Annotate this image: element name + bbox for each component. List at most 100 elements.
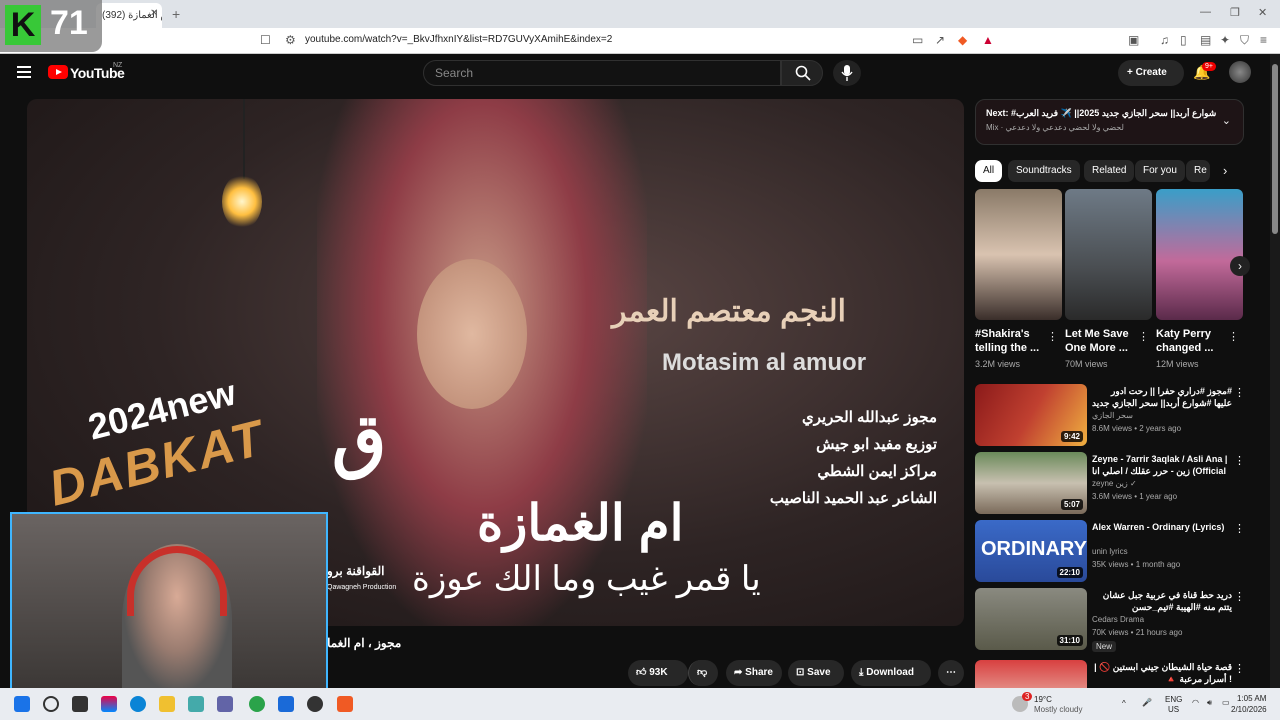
save-button[interactable]: ⊡ Save	[788, 660, 844, 686]
kebab-icon[interactable]: ⋮	[1138, 330, 1149, 343]
video-title[interactable]: قصة حياة الشيطان جيني ابستين 🚫 | ! أسرار…	[1092, 661, 1232, 685]
video-title[interactable]: Alex Warren - Ordinary (Lyrics)	[1092, 521, 1232, 533]
region[interactable]: US	[1168, 705, 1179, 714]
tab-close-icon[interactable]: ✕	[150, 8, 158, 19]
chip-for-you[interactable]: For you	[1135, 160, 1185, 182]
vpn-icon[interactable]: ⛉	[1240, 33, 1249, 48]
windows-start-icon[interactable]	[14, 696, 30, 712]
chevron-right-icon[interactable]: ›	[1223, 163, 1227, 178]
cast-icon[interactable]: ▭	[912, 33, 923, 47]
kebab-icon[interactable]: ⋮	[1234, 386, 1245, 399]
chrome-icon[interactable]	[249, 696, 265, 712]
window-close-icon[interactable]: ✕	[1258, 6, 1267, 19]
video-thumbnail[interactable]: ORDINARY 22:10	[975, 520, 1087, 582]
channel-name[interactable]: unin lyrics	[1092, 547, 1128, 556]
share-button[interactable]: ➦ Share	[726, 660, 782, 686]
channel-name[interactable]: zeyne زين ✓	[1092, 479, 1137, 488]
avatar[interactable]	[1229, 61, 1251, 83]
teams-icon[interactable]	[217, 696, 233, 712]
share-page-icon[interactable]: ↗	[935, 33, 945, 47]
bookmark-icon[interactable]: ☐	[260, 33, 271, 47]
voice-search-button[interactable]	[833, 60, 861, 86]
url-field[interactable]: youtube.com/watch?v=_BkvJfhxnIY&list=RD7…	[305, 34, 612, 45]
list-item[interactable]: 5:07 Zeyne - 7arrir 3aqlak / Asli Ana | …	[975, 452, 1245, 516]
short-thumbnail[interactable]	[975, 189, 1062, 320]
shorts-next-icon[interactable]: ›	[1230, 256, 1250, 276]
edge-icon[interactable]	[130, 696, 146, 712]
list-item[interactable]: قصة حياة الشيطان جيني ابستين 🚫 | ! أسرار…	[975, 660, 1245, 688]
kebab-icon[interactable]: ⋮	[1234, 590, 1245, 603]
copilot-icon[interactable]	[101, 696, 117, 712]
chip-soundtracks[interactable]: Soundtracks	[1008, 160, 1080, 182]
task-view-icon[interactable]	[72, 696, 88, 712]
more-actions-button[interactable]: ⋯	[938, 660, 964, 686]
tray-chevron-icon[interactable]: ^	[1122, 699, 1126, 708]
clock-date[interactable]: 2/10/2026	[1231, 705, 1267, 714]
chip-more[interactable]: Re	[1186, 160, 1210, 182]
scrollbar-thumb[interactable]	[1272, 64, 1278, 234]
kebab-icon[interactable]: ⋮	[1228, 330, 1239, 343]
menu-icon[interactable]	[17, 66, 31, 78]
video-title[interactable]: Zeyne - 7arrir 3aqlak / Asli Ana | زين -…	[1092, 453, 1232, 479]
volume-icon[interactable]: 🔊︎	[1207, 698, 1212, 708]
wifi-icon[interactable]: ◠	[1192, 698, 1199, 707]
file-explorer-icon[interactable]	[159, 696, 175, 712]
store-icon[interactable]	[188, 696, 204, 712]
list-item[interactable]: ORDINARY 22:10 Alex Warren - Ordinary (L…	[975, 520, 1245, 584]
video-thumbnail[interactable]: 31:10	[975, 588, 1087, 650]
music-icon[interactable]: ♫	[1160, 33, 1169, 47]
create-button[interactable]: + Create	[1118, 60, 1184, 86]
short-thumbnail[interactable]	[1065, 189, 1152, 320]
brave-icon[interactable]	[337, 696, 353, 712]
dislike-button[interactable]: 👎︎	[688, 660, 718, 686]
battery-icon[interactable]: ▭	[1222, 698, 1230, 707]
download-button[interactable]: ⤓ Download	[851, 660, 931, 686]
video-thumbnail[interactable]: 5:07	[975, 452, 1087, 514]
video-title[interactable]: #مجوز #دراري حفرا || رحت ادور عليها #شوا…	[1092, 385, 1232, 411]
wallet-icon[interactable]: ▣	[1128, 33, 1139, 47]
channel-name[interactable]: Cedars Drama	[1092, 615, 1144, 624]
channel-name[interactable]: سحر الجازي	[1092, 411, 1133, 420]
search-button[interactable]	[781, 60, 823, 86]
chevron-down-icon[interactable]: ⌄	[1222, 114, 1231, 127]
next-up-panel[interactable]: Next: #شوارع أربد|| سحر الجازي جديد 2025…	[975, 99, 1244, 145]
short-thumbnail[interactable]	[1156, 189, 1243, 320]
search-icon[interactable]	[43, 696, 59, 712]
kebab-icon[interactable]: ⋮	[1234, 454, 1245, 467]
chip-related[interactable]: Related	[1084, 160, 1135, 182]
youtube-logo-icon[interactable]	[48, 65, 68, 79]
video-meta: 3.6M views • 1 year ago	[1092, 492, 1178, 501]
kebab-icon[interactable]: ⋮	[1234, 522, 1245, 535]
short-title[interactable]: #Shakira's telling the ...	[975, 327, 1045, 355]
minimize-icon[interactable]: —	[1200, 6, 1211, 18]
browser-menu-icon[interactable]: ≡	[1260, 33, 1267, 47]
maximize-icon[interactable]: ❐	[1230, 6, 1240, 19]
list-item[interactable]: 31:10 دريد حط قناة في عربية جبل عشان يتت…	[975, 588, 1245, 652]
plus-icon: +	[1127, 67, 1136, 78]
list-item[interactable]: 9:42 #مجوز #دراري حفرا || رحت ادور عليها…	[975, 384, 1245, 448]
rewards-icon[interactable]: ▲	[982, 33, 994, 47]
short-title[interactable]: Katy Perry changed ...	[1156, 327, 1226, 355]
video-title[interactable]: دريد حط قناة في عربية جبل عشان يتتم منه …	[1092, 589, 1232, 613]
obs-icon[interactable]	[307, 696, 323, 712]
ai-icon[interactable]: ✦	[1220, 33, 1230, 47]
mail-icon[interactable]	[278, 696, 294, 712]
clock-time[interactable]: 1:05 AM	[1237, 694, 1266, 703]
site-info-icon[interactable]: ⚙	[285, 33, 296, 47]
video-thumbnail[interactable]: 9:42	[975, 384, 1087, 446]
sidebar-icon[interactable]: ▯	[1180, 33, 1187, 47]
kebab-icon[interactable]: ⋮	[1047, 330, 1058, 343]
new-tab-icon[interactable]: +	[172, 6, 180, 22]
mic-tray-icon[interactable]: 🎤	[1142, 698, 1152, 707]
language[interactable]: ENG	[1165, 695, 1182, 704]
scrollbar[interactable]	[1270, 54, 1280, 688]
extensions-icon[interactable]: ▤	[1200, 33, 1211, 47]
search-input[interactable]: Search	[423, 60, 781, 86]
star-name-arabic: النجم معتصم العمر	[612, 295, 846, 328]
chip-all[interactable]: All	[975, 160, 1003, 182]
brave-shield-icon[interactable]: ◆	[958, 33, 967, 47]
like-button[interactable]: 👍︎ 93K	[628, 660, 688, 686]
video-thumbnail[interactable]	[975, 660, 1087, 688]
short-title[interactable]: Let Me Save One More ...	[1065, 327, 1135, 355]
kebab-icon[interactable]: ⋮	[1234, 662, 1245, 675]
